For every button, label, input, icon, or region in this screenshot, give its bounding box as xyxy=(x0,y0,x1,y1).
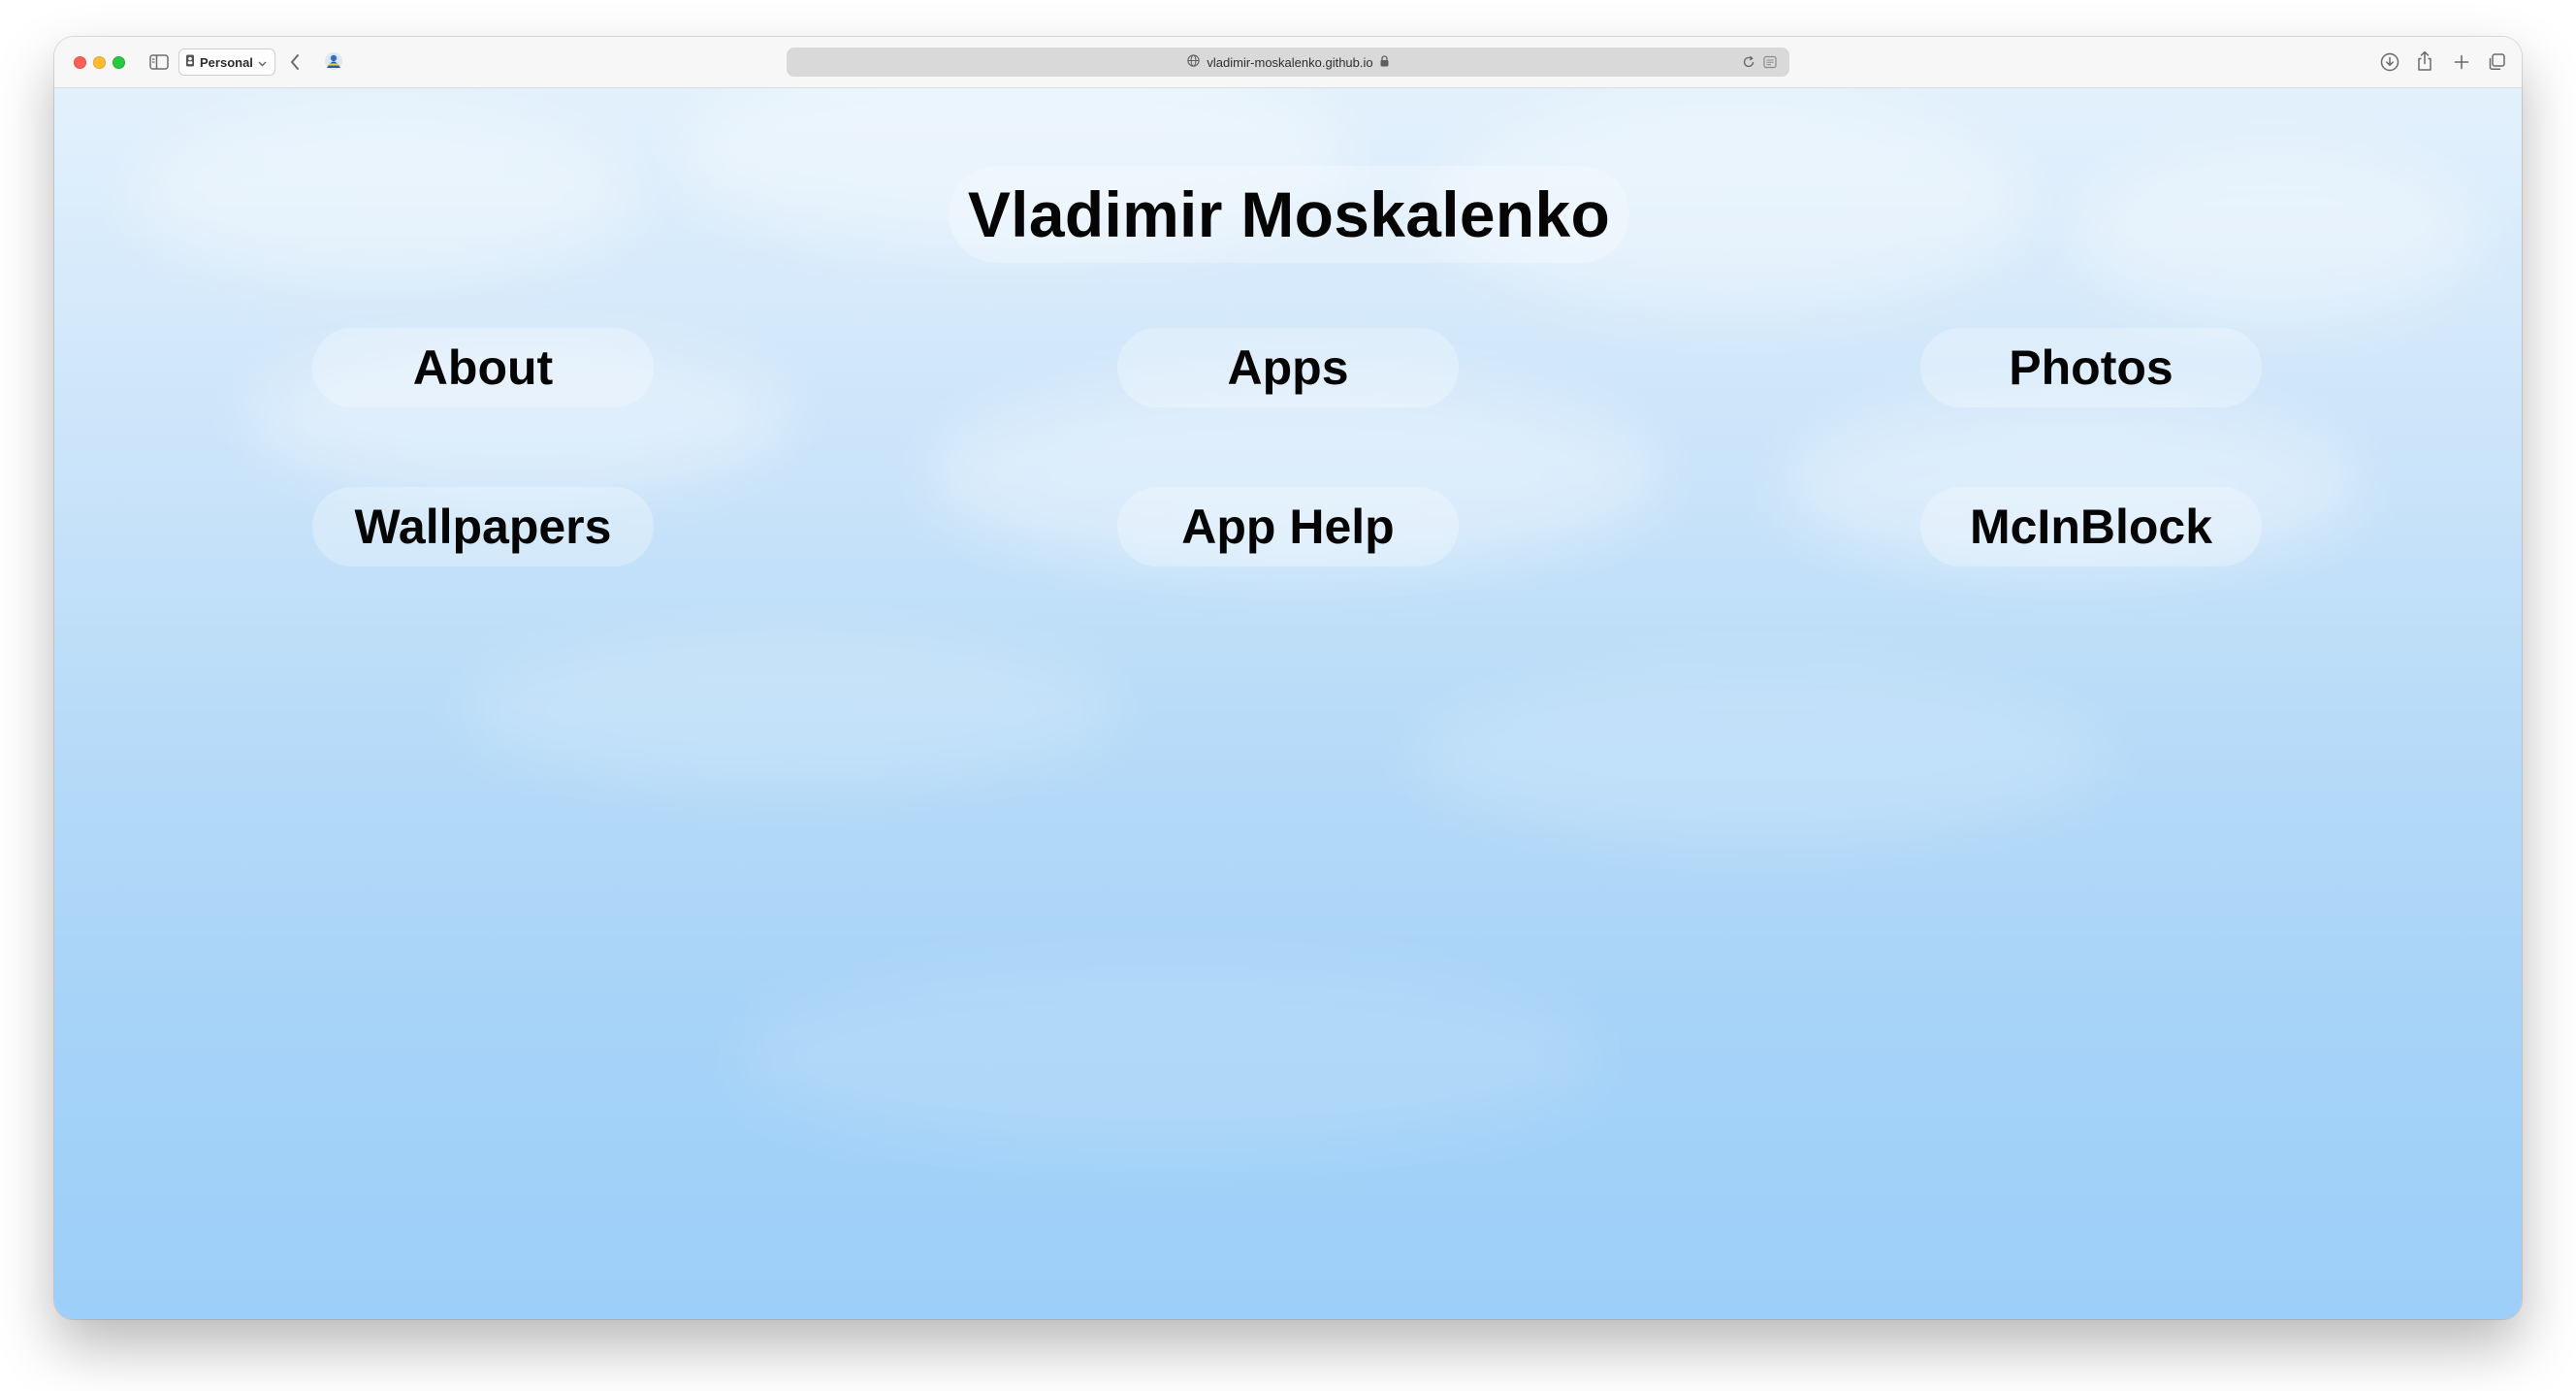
chevron-down-icon xyxy=(258,55,267,70)
reload-icon[interactable] xyxy=(1741,54,1756,70)
lock-icon xyxy=(1380,54,1389,70)
profile-switcher[interactable]: Personal xyxy=(178,49,275,76)
minimize-window-button[interactable] xyxy=(93,56,106,69)
chevron-left-icon[interactable] xyxy=(285,50,305,74)
nav-link-mcinblock[interactable]: McInBlock xyxy=(1920,487,2262,566)
zoom-window-button[interactable] xyxy=(113,56,125,69)
nav-link-apps[interactable]: Apps xyxy=(1117,328,1459,407)
share-icon[interactable] xyxy=(2414,49,2435,74)
nav-link-wallpapers[interactable]: Wallpapers xyxy=(312,487,654,566)
browser-window: Personal vladimir-moskalenko.github.io V… xyxy=(54,37,2522,1319)
page-content: Vladimir Moskalenko About Apps Photos Wa… xyxy=(54,88,2522,1319)
browser-toolbar: Personal vladimir-moskalenko.github.io xyxy=(54,37,2522,88)
reader-icon[interactable] xyxy=(1762,54,1778,70)
person-icon xyxy=(185,54,195,70)
nav-link-photos[interactable]: Photos xyxy=(1920,328,2262,407)
cloud-shape xyxy=(1412,670,2110,845)
address-bar[interactable]: vladimir-moskalenko.github.io xyxy=(787,48,1789,77)
sidebar-icon[interactable] xyxy=(147,52,171,72)
url-text: vladimir-moskalenko.github.io xyxy=(1207,54,1373,70)
nav-link-app-help[interactable]: App Help xyxy=(1117,487,1459,566)
cloud-shape xyxy=(733,961,1606,1155)
cloud-shape xyxy=(2072,146,2479,321)
site-avatar-icon[interactable] xyxy=(322,49,345,73)
close-window-button[interactable] xyxy=(74,56,86,69)
cloud-shape xyxy=(132,108,636,282)
plus-icon[interactable] xyxy=(2450,50,2473,74)
profile-label: Personal xyxy=(200,54,253,70)
globe-icon xyxy=(1187,54,1201,70)
site-title: Vladimir Moskalenko xyxy=(949,166,1629,263)
cloud-shape xyxy=(462,631,1121,787)
nav-link-about[interactable]: About xyxy=(312,328,654,407)
download-icon[interactable] xyxy=(2378,50,2401,74)
tabs-icon[interactable] xyxy=(2485,50,2508,74)
